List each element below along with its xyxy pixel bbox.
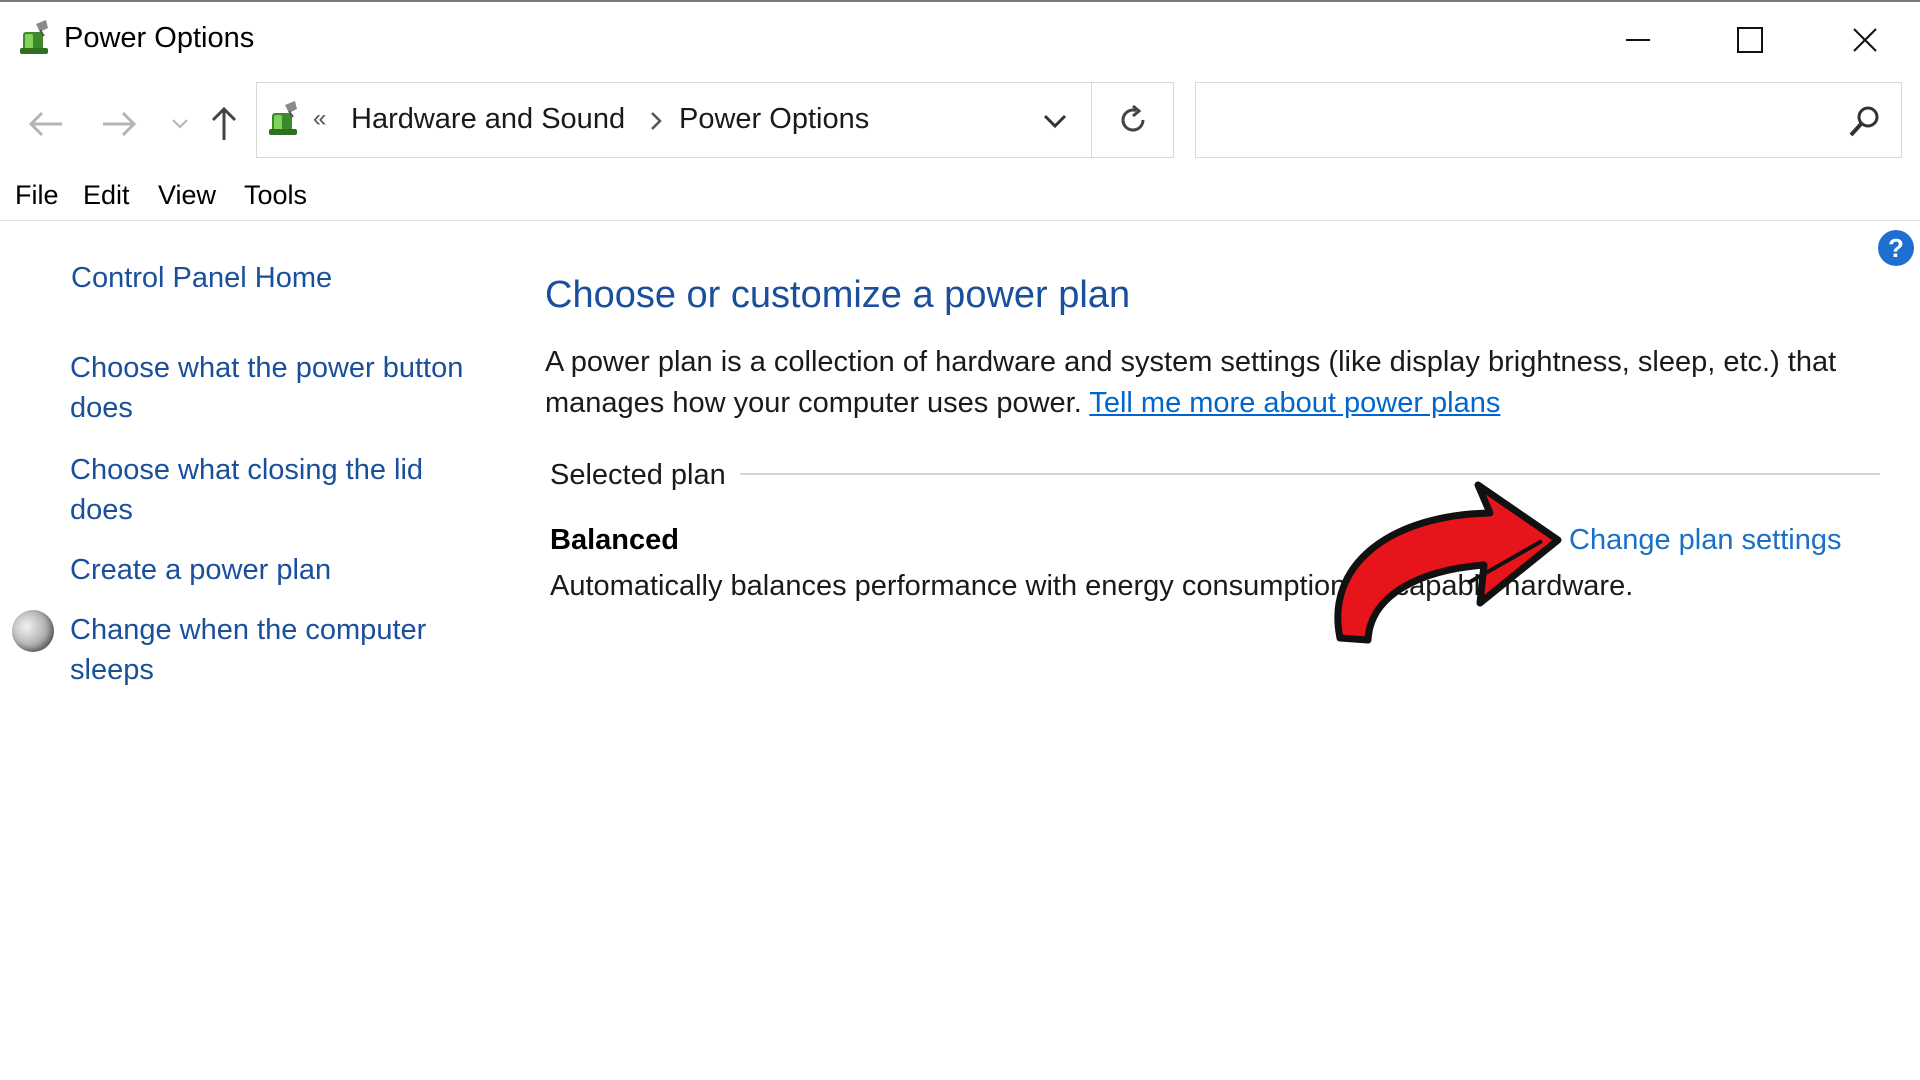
chevron-right-icon[interactable] <box>645 107 669 135</box>
sidebar-item-closing-lid[interactable]: Choose what closing the lid does <box>70 450 490 530</box>
arrow-left-icon <box>28 111 62 137</box>
menu-view[interactable]: View <box>158 180 216 211</box>
help-icon[interactable]: ? <box>1878 230 1914 266</box>
menu-edit[interactable]: Edit <box>83 180 130 211</box>
menu-tools[interactable]: Tools <box>244 180 307 211</box>
navigation-bar: « Hardware and Sound Power Options <box>0 82 1920 162</box>
forward-button[interactable] <box>99 104 139 144</box>
sidebar-item-computer-sleeps[interactable]: Change when the computer sleeps <box>70 610 490 690</box>
menu-bar: File Edit View Tools <box>0 174 1920 221</box>
power-options-icon <box>269 101 297 135</box>
plan-name: Balanced <box>550 524 679 556</box>
menu-file[interactable]: File <box>15 180 59 211</box>
learn-more-link[interactable]: Tell me more about power plans <box>1089 387 1500 419</box>
close-icon <box>1853 28 1877 52</box>
breadcrumb-hardware-and-sound[interactable]: Hardware and Sound <box>351 103 625 136</box>
selected-plan-label: Selected plan <box>550 459 726 491</box>
power-options-icon <box>20 20 48 54</box>
page-description: A power plan is a collection of hardware… <box>545 342 1875 424</box>
sidebar-item-create-plan[interactable]: Create a power plan <box>70 550 331 590</box>
back-button[interactable] <box>26 104 66 144</box>
maximize-icon <box>1737 27 1763 53</box>
maximize-button[interactable] <box>1700 12 1800 68</box>
address-dropdown-button[interactable] <box>1035 103 1075 139</box>
search-box[interactable] <box>1195 82 1902 158</box>
sidebar-item-power-button[interactable]: Choose what the power button does <box>70 348 490 428</box>
sleep-moon-icon <box>12 610 54 652</box>
breadcrumb-overflow[interactable]: « <box>313 105 326 133</box>
recent-locations-button[interactable] <box>160 104 200 144</box>
arrow-right-icon <box>103 111 137 137</box>
refresh-icon <box>1121 104 1145 132</box>
close-button[interactable] <box>1815 12 1915 68</box>
window-title: Power Options <box>64 22 255 54</box>
search-input[interactable] <box>1206 97 1810 143</box>
refresh-button[interactable] <box>1092 82 1174 158</box>
up-button[interactable] <box>204 104 244 144</box>
change-plan-settings-link[interactable]: Change plan settings <box>1569 524 1841 557</box>
address-bar[interactable]: « Hardware and Sound Power Options <box>256 82 1092 158</box>
arrow-up-icon <box>211 106 237 140</box>
minimize-icon <box>1626 39 1650 41</box>
chevron-down-icon <box>1043 114 1067 129</box>
search-icon[interactable] <box>1847 103 1883 139</box>
title-bar: Power Options <box>0 2 1920 76</box>
section-divider <box>740 473 1880 475</box>
page-title: Choose or customize a power plan <box>545 274 1131 316</box>
breadcrumb-power-options[interactable]: Power Options <box>679 103 869 136</box>
control-panel-home-link[interactable]: Control Panel Home <box>71 258 332 298</box>
chevron-down-icon <box>172 119 188 129</box>
red-curved-arrow-icon <box>1334 481 1562 644</box>
minimize-button[interactable] <box>1588 12 1688 68</box>
